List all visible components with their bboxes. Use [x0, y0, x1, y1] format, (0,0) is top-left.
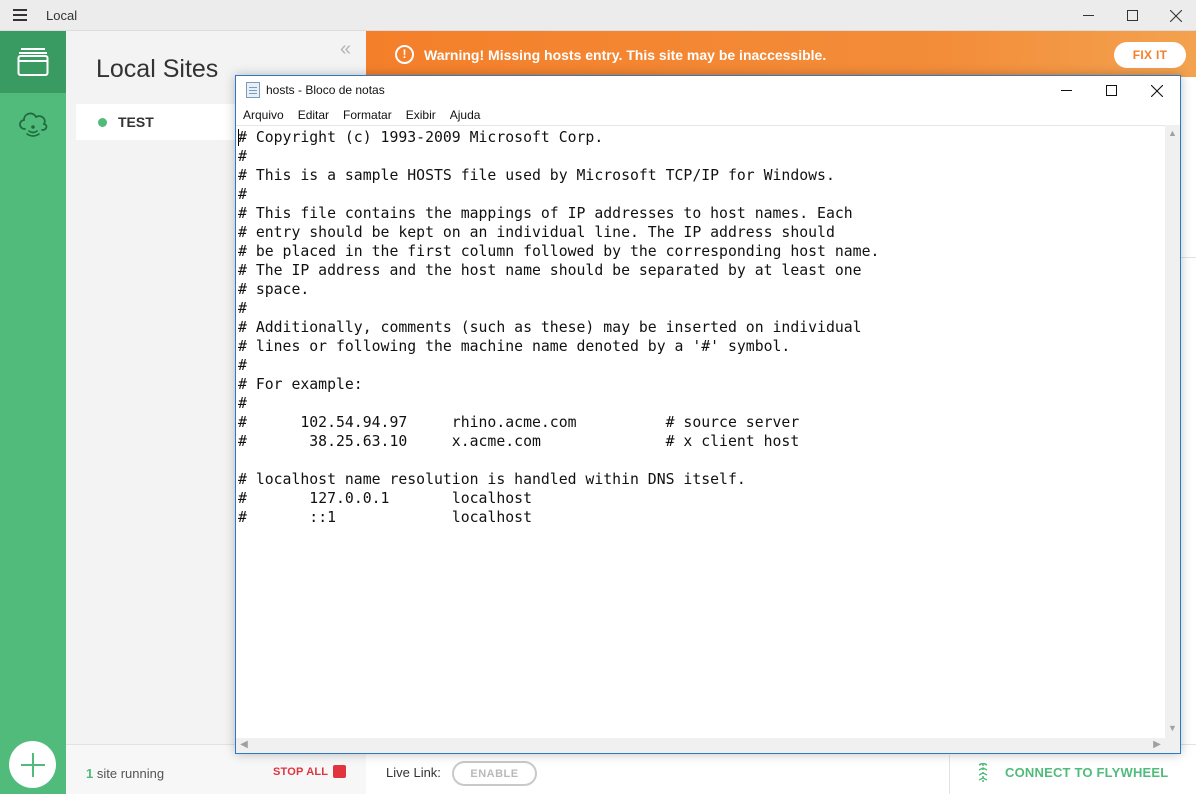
notepad-close-button[interactable] [1134, 76, 1180, 105]
scroll-down-icon[interactable]: ▼ [1168, 724, 1177, 733]
notepad-titlebar: hosts - Bloco de notas [236, 76, 1180, 105]
maximize-button[interactable] [1110, 0, 1154, 31]
add-site-button[interactable] [9, 741, 56, 788]
menu-formatar[interactable]: Formatar [336, 105, 399, 125]
close-icon [1151, 84, 1163, 97]
notepad-window: hosts - Bloco de notas Arquivo Editar Fo… [235, 75, 1181, 754]
stop-all-button[interactable]: STOP ALL [273, 766, 328, 778]
notepad-icon [246, 82, 260, 98]
menu-editar[interactable]: Editar [291, 105, 336, 125]
plus-icon [20, 752, 45, 777]
rail-cloud-button[interactable] [0, 101, 66, 147]
warning-icon: ! [395, 45, 414, 64]
vertical-scrollbar[interactable]: ▲ ▼ [1165, 125, 1180, 738]
left-rail [0, 31, 66, 794]
divider [1180, 257, 1196, 258]
cloud-icon [19, 112, 48, 137]
minimize-button[interactable] [1066, 0, 1110, 31]
text-caret [238, 129, 239, 146]
sites-running-status: 1 site running [86, 766, 164, 781]
footer-divider [949, 755, 950, 794]
scroll-left-icon[interactable]: ◀ [239, 740, 249, 750]
notepad-minimize-button[interactable] [1043, 76, 1089, 105]
rail-sites-button[interactable] [0, 31, 66, 93]
app-name: Local [46, 8, 78, 23]
hamburger-menu-icon[interactable] [13, 9, 27, 21]
enable-live-link-button[interactable]: ENABLE [452, 761, 537, 786]
scroll-up-icon[interactable]: ▲ [1168, 129, 1177, 138]
horizontal-scrollbar[interactable]: ◀ ▶ [236, 738, 1165, 753]
app-titlebar: Local [0, 0, 1196, 31]
fix-it-button[interactable]: FIX IT [1114, 42, 1186, 68]
menu-arquivo[interactable]: Arquivo [236, 105, 291, 125]
close-icon [1170, 9, 1182, 22]
minimize-icon [1060, 90, 1072, 91]
collapse-panel-icon[interactable]: « [340, 39, 351, 59]
sites-icon [17, 48, 49, 76]
site-status-dot [98, 118, 107, 127]
close-button[interactable] [1154, 0, 1196, 31]
site-name: TEST [118, 114, 154, 130]
size-grip[interactable] [1165, 738, 1180, 753]
menu-ajuda[interactable]: Ajuda [443, 105, 488, 125]
menu-exibir[interactable]: Exibir [399, 105, 443, 125]
notepad-text-area[interactable]: # Copyright (c) 1993-2009 Microsoft Corp… [236, 125, 1165, 738]
live-link-label: Live Link: [386, 765, 441, 780]
hosts-file-content[interactable]: # Copyright (c) 1993-2009 Microsoft Corp… [236, 126, 1165, 527]
notepad-maximize-button[interactable] [1088, 76, 1134, 105]
panel-title: Local Sites [96, 55, 219, 83]
connect-to-flywheel-button[interactable]: CONNECT TO FLYWHEEL [1005, 765, 1168, 780]
warning-text: Warning! Missing hosts entry. This site … [424, 47, 827, 63]
warning-banner: ! Warning! Missing hosts entry. This sit… [366, 31, 1196, 77]
site-detail-panel [1180, 77, 1196, 744]
flywheel-icon [978, 763, 988, 782]
running-suffix: site running [93, 766, 165, 781]
notepad-menubar: Arquivo Editar Formatar Exibir Ajuda [236, 105, 1180, 125]
notepad-title: hosts - Bloco de notas [266, 83, 385, 97]
scroll-right-icon[interactable]: ▶ [1152, 740, 1162, 750]
stop-icon[interactable] [333, 765, 346, 778]
maximize-icon [1126, 10, 1138, 21]
minimize-icon [1082, 15, 1094, 16]
maximize-icon [1105, 85, 1117, 96]
